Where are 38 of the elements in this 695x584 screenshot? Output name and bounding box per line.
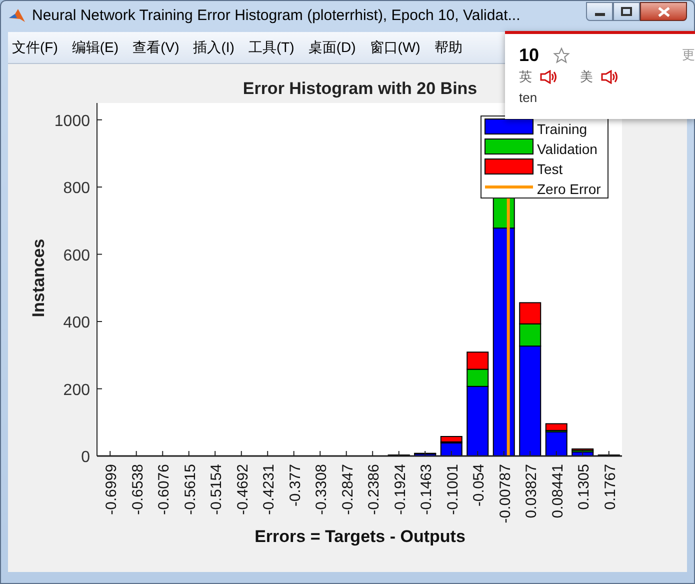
tick-label: -0.2386 — [366, 464, 383, 515]
tick-label: -0.4231 — [260, 464, 278, 515]
tick-label: -0.3308 — [313, 464, 330, 515]
tick-label: 0.1305 — [576, 464, 593, 510]
tick-label: 0.08441 — [549, 464, 566, 518]
definition-text: ten — [519, 90, 538, 106]
tick-label: -0.00787 — [496, 464, 514, 524]
tick-label: -0.1001 — [444, 464, 462, 515]
tick-label: -0.1924 — [392, 464, 409, 515]
x-axis-label: Errors = Targets - Outputs — [254, 527, 466, 546]
tick-label: -0.6076 — [156, 464, 173, 515]
legend-label: Zero Error — [537, 181, 601, 197]
legend-label: Training — [537, 121, 588, 137]
tick-label: -0.4692 — [234, 464, 252, 515]
tick-label: 600 — [63, 247, 90, 264]
window-title: Neural Network Training Error Histogram (ploterrhist), Epoch 10, Validat... — [32, 6, 520, 26]
tick-label: -0.1463 — [418, 464, 436, 515]
tick-label: 0 — [81, 449, 90, 466]
chart-title: Error Histogram with 20 Bins — [242, 79, 478, 98]
pronunciation-label: 英 — [519, 69, 532, 85]
tick-label: -0.5154 — [208, 464, 226, 515]
y-axis-label: Instances — [29, 238, 48, 318]
tick-label: 800 — [63, 180, 90, 198]
tick-label: 0.03827 — [523, 464, 540, 518]
legend-label: Validation — [537, 141, 598, 157]
tick-label: 400 — [63, 314, 90, 332]
legend-label: Test — [537, 161, 563, 177]
tick-label: 0.1767 — [602, 464, 619, 510]
tick-label: -0.6538 — [129, 464, 146, 515]
tick-label: -0.377 — [286, 464, 304, 507]
popup-word: 10 — [519, 44, 540, 66]
tick-label: -0.6999 — [103, 464, 120, 515]
tick-label: -0.2847 — [339, 464, 356, 515]
tick-label: -0.5615 — [182, 464, 199, 515]
tick-label: -0.054 — [470, 464, 488, 507]
pronunciation-label: 美 — [580, 69, 593, 85]
tick-label: 1000 — [54, 112, 90, 130]
tick-label: 200 — [63, 382, 90, 399]
